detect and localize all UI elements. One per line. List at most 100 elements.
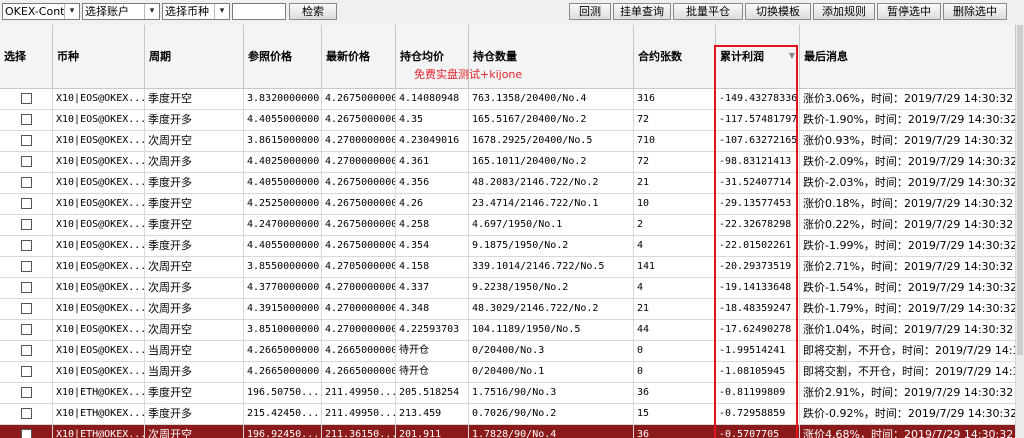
coin-cell: X10|EOS@OKEX...	[53, 257, 145, 278]
row-checkbox[interactable]	[21, 135, 32, 146]
row-checkbox[interactable]	[21, 177, 32, 188]
profit-cell: -19.14133648	[716, 278, 800, 299]
chevron-down-icon[interactable]: ▾	[144, 4, 159, 19]
col-ref-price[interactable]: 参照价格	[244, 25, 322, 88]
delete-selected-button[interactable]: 删除选中	[943, 3, 1007, 20]
select-cell	[0, 89, 53, 110]
search-button[interactable]: 检索	[289, 3, 337, 20]
row-checkbox[interactable]	[21, 198, 32, 209]
scrollbar-thumb[interactable]	[1017, 25, 1023, 355]
profit-cell: -107.63272165	[716, 131, 800, 152]
latest-price-cell: 4.2665000000	[322, 362, 396, 383]
latest-price-cell: 4.2675000000	[322, 194, 396, 215]
col-cum-profit[interactable]: 累计利润 ▼	[716, 25, 800, 88]
exchange-select-value: OKEX-Contr:	[5, 5, 73, 18]
contracts-cell: 0	[634, 362, 716, 383]
position-qty-cell: 763.1358/20400/No.4	[469, 89, 634, 110]
table-row[interactable]: X10|EOS@OKEX... 当周开空 4.2665000000 4.2665000…	[0, 341, 1016, 362]
batch-close-button[interactable]: 批量平仓	[673, 3, 743, 20]
row-checkbox[interactable]	[21, 156, 32, 167]
latest-price-cell: 4.2700000000	[322, 320, 396, 341]
latest-price-cell: 4.2665000000	[322, 341, 396, 362]
row-checkbox[interactable]	[21, 219, 32, 230]
contracts-cell: 21	[634, 173, 716, 194]
col-cum-profit-label: 累计利润	[720, 50, 764, 63]
vertical-scrollbar[interactable]	[1016, 25, 1024, 438]
profit-cell: -117.57481797	[716, 110, 800, 131]
position-qty-cell: 104.1189/1950/No.5	[469, 320, 634, 341]
row-checkbox[interactable]	[21, 408, 32, 419]
account-select[interactable]: 选择账户 ▾	[82, 3, 160, 20]
table-row[interactable]: X10|EOS@OKEX... 季度开空 4.2525000000 4.2675000…	[0, 194, 1016, 215]
period-cell: 次周开空	[145, 425, 244, 438]
profit-cell: -17.62490278	[716, 320, 800, 341]
avg-price-cell: 4.22593703	[396, 320, 469, 341]
table-row[interactable]: X10|EOS@OKEX... 季度开多 4.4055000000 4.2675000…	[0, 173, 1016, 194]
table-row[interactable]: X10|EOS@OKEX... 季度开多 4.4055000000 4.2675000…	[0, 236, 1016, 257]
select-cell	[0, 404, 53, 425]
message-cell: 涨价0.18%，时间：2019/7/29 14:30:32	[800, 194, 1016, 215]
add-rule-button[interactable]: 添加规则	[813, 3, 875, 20]
order-query-button[interactable]: 挂单查询	[613, 3, 671, 20]
search-input[interactable]	[232, 3, 286, 20]
table-row[interactable]: X10|EOS@OKEX... 次周开多 4.3770000000 4.2700000…	[0, 278, 1016, 299]
message-cell: 跌价-2.09%，时间：2019/7/29 14:30:32	[800, 152, 1016, 173]
coin-cell: X10|EOS@OKEX...	[53, 341, 145, 362]
message-cell: 跌价-1.79%，时间：2019/7/29 14:30:32	[800, 299, 1016, 320]
rollback-button[interactable]: 回测	[569, 3, 611, 20]
table-row[interactable]: X10|ETH@OKEX... 季度开多 215.42450... 211.49950…	[0, 404, 1016, 425]
grid-header: 选择 币种 周期 参照价格 最新价格 持仓均价 持仓数量 合约张数 累计利润 ▼…	[0, 25, 1016, 89]
ref-price-cell: 4.2665000000	[244, 341, 322, 362]
chevron-down-icon[interactable]: ▾	[214, 4, 229, 19]
period-cell: 次周开空	[145, 131, 244, 152]
table-row[interactable]: X10|EOS@OKEX... 季度开空 4.2470000000 4.2675000…	[0, 215, 1016, 236]
row-checkbox[interactable]	[21, 114, 32, 125]
ref-price-cell: 4.4055000000	[244, 236, 322, 257]
row-checkbox[interactable]	[21, 240, 32, 251]
table-row[interactable]: X10|EOS@OKEX... 次周开空 3.8510000000 4.2700000…	[0, 320, 1016, 341]
row-checkbox[interactable]	[21, 282, 32, 293]
table-row[interactable]: X10|ETH@OKEX... 季度开空 196.50750... 211.49950…	[0, 383, 1016, 404]
table-row[interactable]: X10|EOS@OKEX... 当周开多 4.2665000000 4.2665000…	[0, 362, 1016, 383]
col-latest-price[interactable]: 最新价格	[322, 25, 396, 88]
latest-price-cell: 4.2675000000	[322, 215, 396, 236]
table-row[interactable]: X10|EOS@OKEX... 次周开空 3.8550000000 4.2705000…	[0, 257, 1016, 278]
row-checkbox[interactable]	[21, 303, 32, 314]
avg-price-cell: 4.23049016	[396, 131, 469, 152]
row-checkbox[interactable]	[21, 93, 32, 104]
message-cell: 涨价0.93%，时间：2019/7/29 14:30:32	[800, 131, 1016, 152]
row-checkbox[interactable]	[21, 366, 32, 377]
col-last-message[interactable]: 最后消息	[800, 25, 1016, 88]
table-row[interactable]: X10|ETH@OKEX... 次周开空 196.92450... 211.36150…	[0, 425, 1016, 438]
contracts-cell: 2	[634, 215, 716, 236]
row-checkbox[interactable]	[21, 345, 32, 356]
col-period[interactable]: 周期	[145, 25, 244, 88]
avg-price-cell: 待开仓	[396, 341, 469, 362]
switch-template-button[interactable]: 切换模板	[745, 3, 811, 20]
avg-price-cell: 4.337	[396, 278, 469, 299]
table-row[interactable]: X10|EOS@OKEX... 次周开多 4.3915000000 4.2700000…	[0, 299, 1016, 320]
period-cell: 次周开多	[145, 152, 244, 173]
ref-price-cell: 3.8615000000	[244, 131, 322, 152]
col-contracts[interactable]: 合约张数	[634, 25, 716, 88]
row-checkbox[interactable]	[21, 261, 32, 272]
select-cell	[0, 257, 53, 278]
select-cell	[0, 110, 53, 131]
latest-price-cell: 4.2675000000	[322, 173, 396, 194]
coin-select[interactable]: 选择币种 ▾	[162, 3, 230, 20]
row-checkbox[interactable]	[21, 324, 32, 335]
ref-price-cell: 4.3770000000	[244, 278, 322, 299]
period-cell: 次周开多	[145, 278, 244, 299]
chevron-down-icon[interactable]: ▾	[64, 4, 79, 19]
col-coin[interactable]: 币种	[53, 25, 145, 88]
exchange-select[interactable]: OKEX-Contr: ▾	[2, 3, 80, 20]
col-select[interactable]: 选择	[0, 25, 53, 88]
table-row[interactable]: X10|EOS@OKEX... 季度开多 4.4055000000 4.2675000…	[0, 110, 1016, 131]
table-row[interactable]: X10|EOS@OKEX... 次周开空 3.8615000000 4.2700000…	[0, 131, 1016, 152]
row-checkbox[interactable]	[21, 429, 32, 438]
table-row[interactable]: X10|EOS@OKEX... 季度开空 3.8320000000 4.2675000…	[0, 89, 1016, 110]
profit-cell: -31.52407714	[716, 173, 800, 194]
row-checkbox[interactable]	[21, 387, 32, 398]
table-row[interactable]: X10|EOS@OKEX... 次周开多 4.4025000000 4.2700000…	[0, 152, 1016, 173]
pause-selected-button[interactable]: 暂停选中	[877, 3, 941, 20]
